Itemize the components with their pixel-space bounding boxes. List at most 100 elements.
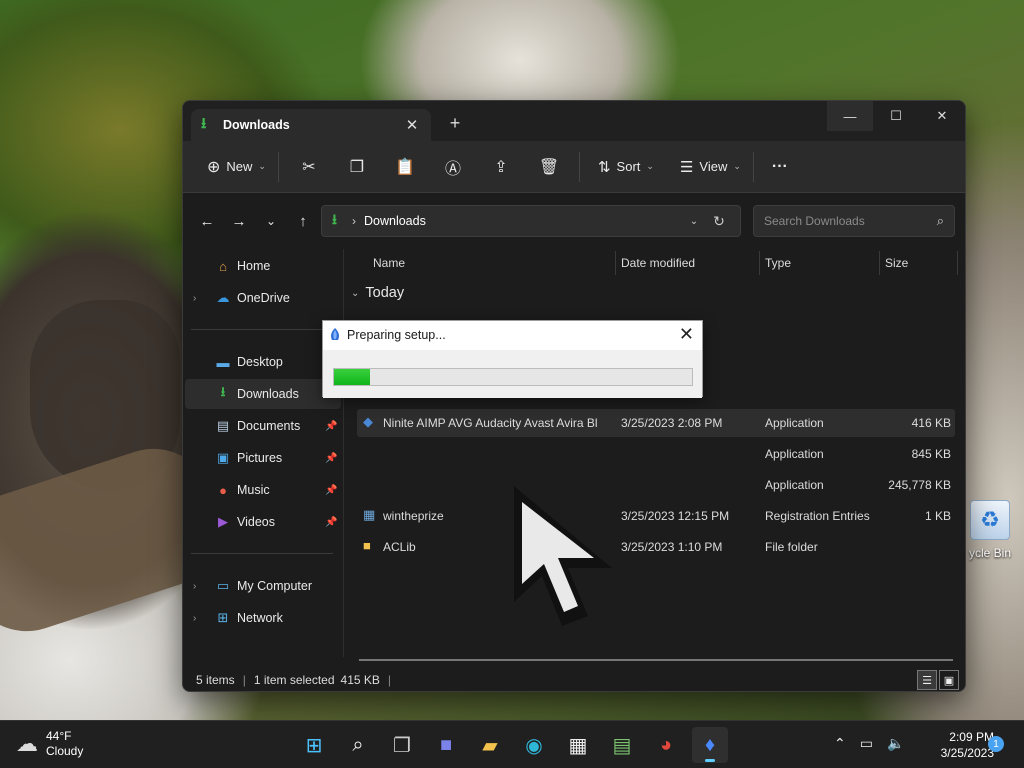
sidebar-item-my-computer[interactable]: › ▭ My Computer	[185, 571, 341, 601]
search-box[interactable]: Search Downloads ⌕	[753, 205, 955, 237]
network-icon: ⊞	[217, 610, 229, 625]
sidebar-item-documents[interactable]: ▤ Documents 📌	[185, 411, 341, 441]
sidebar-item-label: Documents	[237, 419, 301, 433]
taskbar-apps: ⊞ ⌕ ❐ ■ ▰ ◉ ▦ ▤ ◕ ♦	[296, 727, 728, 763]
chat-button[interactable]: ■	[428, 727, 464, 763]
item-count: 5 items	[196, 673, 235, 687]
sidebar-item-videos[interactable]: ▶ Videos 📌	[185, 507, 341, 537]
sidebar-item-onedrive[interactable]: › ☁ OneDrive	[185, 283, 341, 313]
status-divider: |	[242, 673, 246, 687]
rename-button[interactable]: Ⓐ	[429, 151, 477, 183]
file-row[interactable]: ■ ACLib 3/25/2023 1:10 PM File folder	[357, 533, 955, 561]
start-button[interactable]: ⊞	[296, 727, 332, 763]
breadcrumb-downloads[interactable]: Downloads	[364, 214, 680, 228]
chevron-down-icon[interactable]: ⌄	[680, 216, 708, 227]
new-label: New	[226, 159, 253, 174]
chevron-down-icon: ⌄	[733, 161, 741, 171]
new-tab-button[interactable]: +	[445, 113, 465, 134]
edge-button[interactable]: ◉	[516, 727, 552, 763]
group-header-today[interactable]: ⌄ Today	[351, 285, 404, 301]
column-header-size[interactable]: Size	[885, 249, 908, 277]
notification-badge[interactable]: 1	[988, 736, 1004, 752]
file-row[interactable]: ◆ Ninite AIMP AVG Audacity Avast Avira B…	[357, 409, 955, 437]
sidebar-item-label: Pictures	[237, 451, 283, 465]
pane-divider	[343, 249, 344, 657]
back-button[interactable]: ←	[191, 205, 223, 237]
tab-downloads[interactable]: ⭳ Downloads ✕	[191, 109, 431, 141]
minimize-button[interactable]: —	[827, 101, 873, 131]
column-header-type[interactable]: Type	[765, 249, 791, 277]
sort-button[interactable]: ⇅ Sort ⌄	[592, 151, 660, 183]
recent-locations-button[interactable]: ⌄	[255, 205, 287, 237]
expand-chevron-icon[interactable]: ›	[193, 613, 213, 624]
file-row[interactable]: ▦ wintheprize 3/25/2023 12:15 PM Registr…	[357, 502, 955, 530]
videos-icon: ▶	[218, 514, 228, 529]
task-view-button[interactable]: ❐	[384, 727, 420, 763]
file-row[interactable]: Application 245,778 KB	[357, 471, 955, 499]
paste-button[interactable]: 📋	[381, 151, 429, 183]
column-divider[interactable]	[957, 251, 958, 275]
delete-button[interactable]: 🗑	[525, 151, 573, 183]
share-button[interactable]: ⇪	[477, 151, 525, 183]
task-view-icon: ❐	[393, 734, 411, 757]
new-button[interactable]: ⊕ New ⌄	[201, 151, 272, 183]
chrome-button[interactable]: ◕	[648, 727, 684, 763]
sidebar-item-desktop[interactable]: ▬ Desktop	[185, 347, 341, 377]
refresh-icon[interactable]: ↻	[708, 213, 730, 230]
column-header-name[interactable]: Name	[373, 249, 405, 277]
tiles-view-button[interactable]: ▣	[939, 670, 959, 690]
up-button[interactable]: ↑	[287, 205, 319, 237]
expand-chevron-icon[interactable]: ›	[193, 293, 213, 304]
registry-file-icon: ▦	[363, 507, 376, 522]
clock[interactable]: 2:09 PM 3/25/2023	[914, 729, 994, 761]
selection-size: 415 KB	[340, 673, 380, 687]
setup-icon	[331, 328, 339, 340]
chevron-up-icon[interactable]: ⌃	[834, 735, 846, 752]
forward-button[interactable]: →	[223, 205, 255, 237]
pin-icon: 📌	[325, 452, 338, 464]
close-window-button[interactable]: ✕	[919, 101, 965, 131]
maximize-button[interactable]: ☐	[873, 101, 919, 131]
horizontal-scrollbar[interactable]	[359, 659, 953, 661]
sidebar-item-label: Videos	[237, 515, 275, 529]
view-button[interactable]: ☰ View ⌄	[674, 151, 747, 183]
close-tab-icon[interactable]: ✕	[403, 116, 421, 134]
title-bar: ⭳ Downloads ✕ + — ☐ ✕	[183, 101, 965, 141]
file-explorer-button[interactable]: ▰	[472, 727, 508, 763]
tiles-view-icon: ▣	[943, 674, 955, 687]
clock-time: 2:09 PM	[949, 730, 994, 744]
sidebar-item-label: Music	[237, 483, 270, 497]
toolbar-divider	[752, 151, 754, 182]
folder-icon: ▰	[482, 734, 498, 757]
address-bar[interactable]: ⭳ › Downloads ⌄ ↻	[321, 205, 741, 237]
details-view-button[interactable]: ☰	[917, 670, 937, 690]
file-type: Registration Entries	[765, 509, 870, 523]
weather-widget[interactable]: ☁ 44°F Cloudy	[16, 729, 83, 759]
cut-button[interactable]: ✂	[285, 151, 333, 183]
expand-chevron-icon[interactable]: ›	[193, 581, 213, 592]
more-options-button[interactable]: ···	[766, 151, 794, 183]
store-button[interactable]: ▦	[560, 727, 596, 763]
notepad-button[interactable]: ▤	[604, 727, 640, 763]
recycle-bin-desktop-icon[interactable]: ♻ ycle Bin	[956, 500, 1024, 560]
file-row[interactable]: Application 845 KB	[357, 440, 955, 468]
scissors-icon: ✂	[302, 158, 316, 176]
dialog-close-button[interactable]: ✕	[679, 324, 694, 345]
copy-button[interactable]: ❐	[333, 151, 381, 183]
sidebar-item-music[interactable]: ● Music 📌	[185, 475, 341, 505]
sidebar-item-network[interactable]: › ⊞ Network	[185, 603, 341, 633]
trash-icon: 🗑	[538, 158, 560, 176]
volume-icon[interactable]: 🔈	[887, 735, 904, 752]
sidebar-item-pictures[interactable]: ▣ Pictures 📌	[185, 443, 341, 473]
sidebar-item-home[interactable]: ⌂ Home	[185, 251, 341, 281]
copy-icon: ❐	[349, 158, 365, 176]
column-divider[interactable]	[879, 251, 880, 275]
sidebar-item-downloads[interactable]: ⭳ Downloads	[185, 379, 341, 409]
file-date: 3/25/2023 1:10 PM	[621, 540, 723, 554]
network-icon[interactable]: ▭	[860, 735, 873, 752]
column-divider[interactable]	[615, 251, 616, 275]
column-header-date[interactable]: Date modified	[621, 249, 695, 277]
search-button[interactable]: ⌕	[340, 727, 376, 763]
column-divider[interactable]	[759, 251, 760, 275]
setup-app-button[interactable]: ♦	[692, 727, 728, 763]
